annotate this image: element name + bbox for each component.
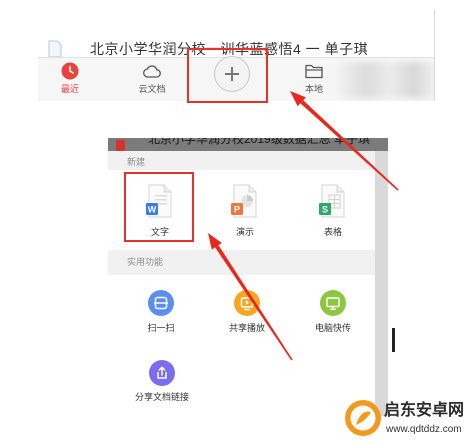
scroll-indicator (392, 328, 395, 352)
new-document-panel: 北京小学华润分校2019级数据汇总 单子琪 新建 W 文字 P 演示 S 表格 … (108, 138, 388, 416)
doc-line (159, 203, 167, 205)
add-new-button[interactable] (214, 56, 250, 92)
wps-app-icon (116, 140, 125, 151)
presentation-badge-letter: P (234, 205, 240, 215)
scan-icon (148, 290, 174, 316)
pc-transfer-icon (320, 290, 346, 316)
document-list-row[interactable]: 北京小学华润分校一训华蓝感悟4 一 单子琪 (38, 10, 434, 57)
document-title: 北京小学华润分校一训华蓝感悟4 一 单子琪 (90, 41, 369, 57)
panel-edge (375, 151, 388, 416)
new-presentation-label: 演示 (235, 227, 254, 237)
spreadsheet-badge-letter: S (322, 205, 328, 215)
presentation-doc-icon: P (231, 184, 257, 218)
doc-line (155, 199, 167, 201)
watermark-site-name: 启东安卓网 (384, 402, 465, 419)
tools-card: 扫一扫 共享播放 电脑快传 分享文档链接 (108, 275, 375, 416)
doc-fold (248, 185, 256, 193)
new-spreadsheet[interactable]: S 表格 (298, 170, 368, 250)
tool-share-link-label: 分享文档链接 (134, 392, 189, 402)
section-title-new: 新建 (127, 157, 146, 167)
file-icon-shape (48, 40, 62, 57)
pc-transfer-icon-bg (320, 290, 346, 316)
folder-icon (305, 64, 323, 79)
writer-doc-icon: W (146, 184, 172, 218)
panel-doc-title: 北京小学华润分校2019级数据汇总 单子琪 (148, 138, 371, 146)
writer-badge-letter: W (148, 205, 157, 215)
cloud-icon-shape (143, 65, 161, 78)
tool-scan-label: 扫一扫 (147, 323, 175, 333)
tool-pc-transfer[interactable]: 电脑快传 (298, 290, 368, 336)
cloud-icon (143, 65, 161, 78)
new-spreadsheet-label: 表格 (323, 227, 342, 237)
nav-label-recent: 最近 (60, 84, 79, 94)
tool-share-link[interactable]: 分享文档链接 (127, 360, 197, 406)
nav-label-cloud-docs: 云文档 (138, 84, 166, 94)
plus-icon-vertical (231, 67, 233, 81)
new-presentation[interactable]: P 演示 (210, 170, 280, 250)
top-screenshot: 北京小学华润分校一训华蓝感悟4 一 单子琪 最近 云文档 本地 (38, 10, 435, 101)
site-watermark: 启东安卓网 www.qdtddz.com (340, 396, 472, 441)
tool-share-play[interactable]: 共享播放 (212, 290, 282, 336)
tool-scan[interactable]: 扫一扫 (126, 290, 196, 336)
nav-item-local[interactable]: 本地 (289, 58, 339, 101)
tool-pc-transfer-label: 电脑快传 (314, 323, 351, 333)
blurred-nav-item (338, 62, 434, 98)
nav-item-recent[interactable]: 最近 (45, 58, 95, 101)
folder-icon-shape (305, 64, 323, 79)
watermark-logo-icon (345, 400, 381, 436)
panel-titlebar: 北京小学华润分校2019级数据汇总 单子琪 (108, 138, 388, 151)
nav-item-cloud-docs[interactable]: 云文档 (127, 58, 177, 101)
watermark-url: www.qdtddz.com (386, 424, 462, 435)
share-play-icon (234, 290, 260, 316)
doc-fold (163, 185, 171, 193)
tool-share-play-label: 共享播放 (228, 323, 265, 333)
new-writer-label: 文字 (150, 227, 169, 237)
bottom-nav-bar: 最近 云文档 本地 (38, 56, 434, 101)
spreadsheet-doc-icon: S (319, 184, 345, 218)
nav-label-local: 本地 (304, 84, 323, 94)
new-items-card: W 文字 P 演示 S 表格 (108, 170, 375, 250)
file-icon (48, 40, 62, 57)
section-title-tools: 实用功能 (127, 257, 164, 267)
share-link-icon (149, 360, 175, 386)
clock-icon (61, 62, 79, 80)
doc-line (155, 195, 167, 197)
new-writer-document[interactable]: W 文字 (125, 170, 195, 250)
